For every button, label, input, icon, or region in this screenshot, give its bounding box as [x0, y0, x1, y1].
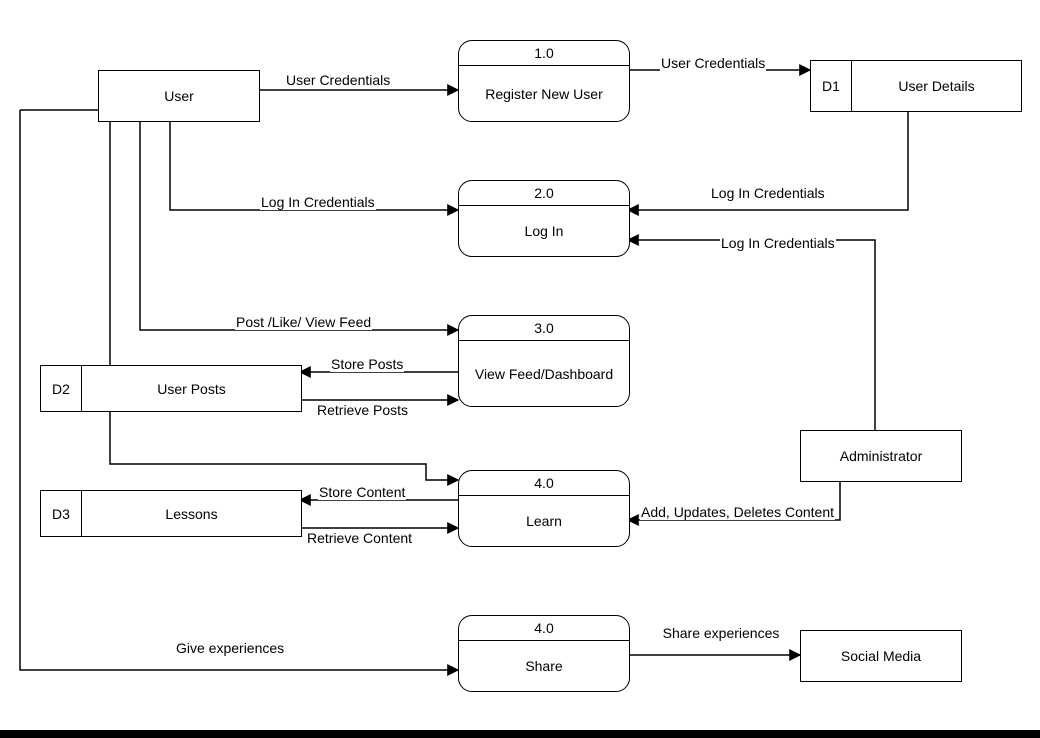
flow-post-like-view: Post /Like/ View Feed — [235, 314, 372, 330]
datastore-user-posts: D2 User Posts — [40, 365, 302, 412]
flow-retrieve-content: Retrieve Content — [306, 530, 413, 546]
process-name: Register New User — [485, 86, 602, 102]
process-register-new-user: 1.0 Register New User — [458, 40, 630, 122]
flow-add-update-delete: Add, Updates, Deletes Content — [640, 504, 835, 520]
entity-social-media: Social Media — [800, 630, 962, 682]
process-view-feed: 3.0 View Feed/Dashboard — [458, 315, 630, 407]
process-number: 2.0 — [459, 181, 629, 206]
flow-login-credentials-admin: Log In Credentials — [720, 235, 836, 251]
process-name: View Feed/Dashboard — [475, 366, 613, 382]
flow-user-credentials-2: User Credentials — [660, 55, 766, 71]
flow-share-experiences: Share experiences — [660, 625, 782, 641]
datastore-label: User Posts — [82, 366, 301, 411]
flow-login-credentials-right: Log In Credentials — [710, 185, 826, 201]
process-number: 3.0 — [459, 316, 629, 341]
process-number: 4.0 — [459, 471, 629, 496]
datastore-label: User Details — [852, 61, 1021, 111]
footer-band — [0, 730, 1040, 738]
datastore-id: D3 — [41, 491, 82, 536]
datastore-lessons: D3 Lessons — [40, 490, 302, 537]
entity-user-label: User — [164, 88, 194, 104]
flow-login-credentials-left: Log In Credentials — [260, 194, 376, 210]
process-number: 1.0 — [459, 41, 629, 66]
entity-social-label: Social Media — [841, 648, 921, 664]
datastore-id: D1 — [811, 61, 852, 111]
entity-admin-label: Administrator — [840, 448, 922, 464]
datastore-user-details: D1 User Details — [810, 60, 1022, 112]
entity-user: User — [98, 70, 260, 122]
process-learn: 4.0 Learn — [458, 470, 630, 547]
process-name: Log In — [525, 223, 564, 239]
flow-store-posts: Store Posts — [330, 356, 404, 372]
process-name: Share — [525, 658, 562, 674]
process-log-in: 2.0 Log In — [458, 180, 630, 257]
process-number: 4.0 — [459, 616, 629, 641]
flow-retrieve-posts: Retrieve Posts — [316, 402, 409, 418]
process-name: Learn — [526, 513, 562, 529]
datastore-label: Lessons — [82, 491, 301, 536]
flow-user-credentials-1: User Credentials — [285, 72, 391, 88]
datastore-id: D2 — [41, 366, 82, 411]
flow-store-content: Store Content — [318, 484, 406, 500]
process-share: 4.0 Share — [458, 615, 630, 692]
flow-give-experiences: Give experiences — [175, 640, 285, 656]
entity-administrator: Administrator — [800, 430, 962, 482]
